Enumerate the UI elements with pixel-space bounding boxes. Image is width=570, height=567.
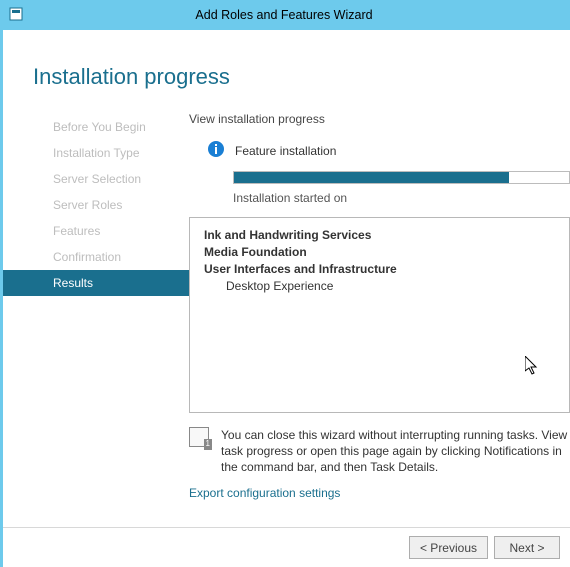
feature-list: Ink and Handwriting Services Media Found… xyxy=(189,217,570,413)
info-icon xyxy=(207,140,225,161)
page-heading: Installation progress xyxy=(3,30,570,90)
feature-row: Feature installation xyxy=(189,140,570,161)
main-panel: View installation progress Feature insta… xyxy=(189,110,570,500)
nav-server-roles: Server Roles xyxy=(3,192,189,218)
nav-results[interactable]: Results xyxy=(3,270,189,296)
tip-text: You can close this wizard without interr… xyxy=(221,427,570,476)
nav-server-selection: Server Selection xyxy=(3,166,189,192)
tip-row: You can close this wizard without interr… xyxy=(189,427,570,476)
wizard-nav: Before You Begin Installation Type Serve… xyxy=(3,110,189,500)
body: Before You Begin Installation Type Serve… xyxy=(3,110,570,500)
window-title: Add Roles and Features Wizard xyxy=(32,8,562,22)
next-button[interactable]: Next > xyxy=(494,536,560,559)
section-label: View installation progress xyxy=(189,112,570,126)
nav-confirmation: Confirmation xyxy=(3,244,189,270)
app-icon xyxy=(8,6,24,25)
progress-text: Installation started on xyxy=(233,191,570,205)
feature-item: Ink and Handwriting Services xyxy=(204,228,555,242)
progress-fill xyxy=(234,172,509,183)
feature-item: User Interfaces and Infrastructure xyxy=(204,262,555,276)
flag-icon xyxy=(189,427,209,447)
button-bar: < Previous Next > xyxy=(3,527,570,567)
feature-subitem: Desktop Experience xyxy=(204,279,555,293)
export-config-link[interactable]: Export configuration settings xyxy=(189,486,340,500)
progress-area: Installation started on xyxy=(189,171,570,205)
nav-features: Features xyxy=(3,218,189,244)
feature-label: Feature installation xyxy=(235,144,336,158)
feature-item: Media Foundation xyxy=(204,245,555,259)
client-area: Installation progress Before You Begin I… xyxy=(0,30,570,567)
titlebar: Add Roles and Features Wizard xyxy=(0,0,570,30)
nav-before-you-begin: Before You Begin xyxy=(3,114,189,140)
previous-button[interactable]: < Previous xyxy=(409,536,488,559)
progress-bar xyxy=(233,171,570,184)
nav-installation-type: Installation Type xyxy=(3,140,189,166)
